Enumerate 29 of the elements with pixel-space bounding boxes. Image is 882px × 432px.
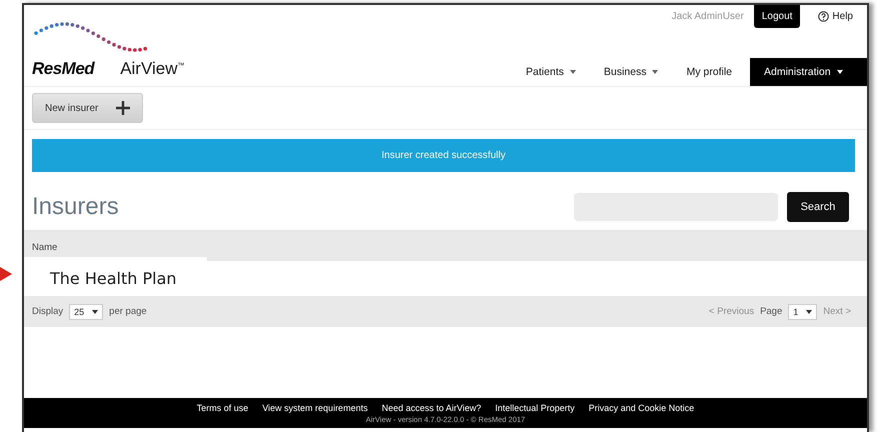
nav-tab[interactable]: Business [590,58,672,86]
product-name: AirView$^{™}$ [120,59,185,79]
nav-tab[interactable]: Administration [750,58,867,86]
footer-link[interactable]: Intellectual Property [495,402,575,412]
plus-icon [116,101,130,115]
brand-logo: ResMed [32,59,94,79]
footer-link[interactable]: Need access to AirView? [382,402,482,412]
question-icon [818,11,830,22]
footer-link[interactable]: View system requirements [262,402,368,412]
user-name: Jack AdminUser [672,11,744,22]
help-link[interactable]: Help [818,11,853,22]
page-label: Page [760,306,782,317]
search-button[interactable]: Search [787,192,849,222]
footer-link[interactable]: Terms of use [196,402,248,412]
new-insurer-button[interactable]: New insurer [32,93,144,123]
caret-icon [806,310,812,314]
column-header: Name [32,242,58,253]
footer-link[interactable]: Privacy and Cookie Notice [588,402,694,412]
page-select[interactable]: 1 [788,304,818,320]
logout-button[interactable]: Logout [754,5,800,28]
page-size-select[interactable]: 25 [69,304,104,320]
display-label: Display [32,306,64,317]
nav-tab[interactable]: Patients [512,58,590,86]
page-title: Insurers [32,193,119,221]
nav-tab[interactable]: My profile [672,58,746,86]
success-banner: Insurer created successfully [32,139,855,172]
caret-icon [92,310,98,314]
per-page-label: per page [109,306,147,317]
pointer-arrow-icon [0,267,12,281]
